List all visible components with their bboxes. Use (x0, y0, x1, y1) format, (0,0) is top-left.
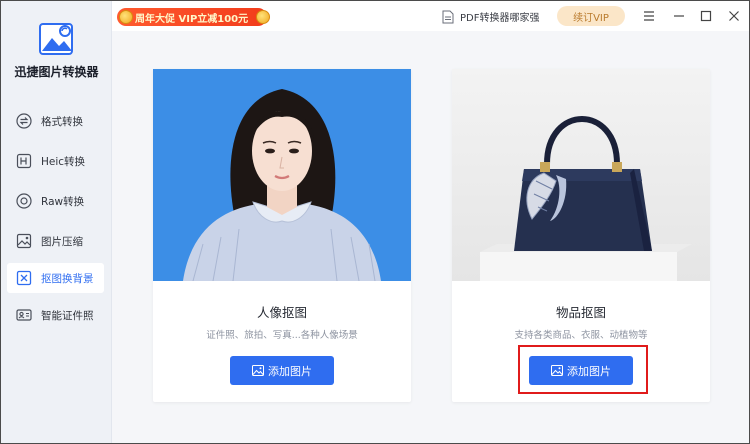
card-description: 支持各类商品、衣服、动植物等 (514, 330, 648, 341)
promo-banner[interactable]: 周年大促 VIP立减100元 (117, 8, 270, 26)
pdf-converter-link[interactable]: PDF转换器哪家强 (442, 9, 539, 24)
sidebar-item-heic[interactable]: Heic转换 (1, 141, 112, 181)
portrait-cutout-card[interactable]: 人像抠图 证件照、旅拍、写真...各种人像场景 添加图片 (153, 69, 411, 402)
compress-icon (15, 232, 33, 250)
sidebar-item-label: Heic转换 (41, 155, 86, 168)
object-cutout-card[interactable]: 物品抠图 支持各类商品、衣服、动植物等 添加图片 (452, 69, 710, 402)
heic-icon (15, 152, 33, 170)
maximize-icon[interactable] (698, 8, 714, 24)
highlight-box (518, 345, 648, 394)
pdf-link-text: PDF转换器哪家强 (460, 13, 540, 24)
id-photo-icon (15, 306, 33, 324)
card-title: 人像抠图 (256, 305, 307, 320)
convert-icon (15, 112, 33, 130)
add-image-button[interactable]: 添加图片 (230, 356, 334, 385)
sidebar-item-label: 格式转换 (41, 115, 83, 128)
add-image-label: 添加图片 (268, 364, 312, 378)
image-icon (252, 365, 264, 376)
coin-icon (119, 10, 133, 24)
close-icon[interactable] (726, 8, 742, 24)
renew-vip-button[interactable]: 续订VIP (557, 6, 625, 26)
pdf-icon (442, 10, 454, 23)
object-image (452, 69, 710, 281)
app-logo-icon (39, 23, 73, 55)
sidebar-item-cutout[interactable]: 抠图换背景 (7, 263, 104, 293)
sidebar-item-compress[interactable]: 图片压缩 (1, 221, 112, 261)
card-description: 证件照、旅拍、写真...各种人像场景 (206, 330, 358, 341)
raw-icon (15, 192, 33, 210)
sidebar-item-label: 智能证件照 (41, 309, 94, 322)
promo-text: 周年大促 VIP立减100元 (135, 13, 249, 25)
sidebar: 迅捷图片转换器 格式转换 Heic转换 Raw转换 图片压缩 抠图换背景 智能证… (1, 1, 112, 443)
card-title: 物品抠图 (555, 305, 606, 320)
sidebar-item-label: Raw转换 (41, 195, 85, 208)
sidebar-item-label: 图片压缩 (41, 235, 83, 248)
sidebar-item-id-photo[interactable]: 智能证件照 (1, 295, 112, 335)
main-content: 人像抠图 证件照、旅拍、写真...各种人像场景 添加图片 物品抠图 支持各类商品… (112, 31, 749, 443)
portrait-image (153, 69, 411, 281)
sidebar-item-format-convert[interactable]: 格式转换 (1, 101, 112, 141)
cutout-icon (15, 269, 33, 287)
sidebar-item-label: 抠图换背景 (41, 272, 94, 285)
sidebar-nav: 格式转换 Heic转换 Raw转换 图片压缩 抠图换背景 智能证件照 (1, 101, 112, 335)
coin-icon (256, 10, 270, 24)
menu-icon[interactable] (641, 8, 657, 24)
title-bar: 周年大促 VIP立减100元 PDF转换器哪家强 续订VIP (112, 1, 749, 31)
minimize-icon[interactable] (671, 8, 687, 24)
app-title: 迅捷图片转换器 (14, 65, 99, 79)
sidebar-item-raw[interactable]: Raw转换 (1, 181, 112, 221)
